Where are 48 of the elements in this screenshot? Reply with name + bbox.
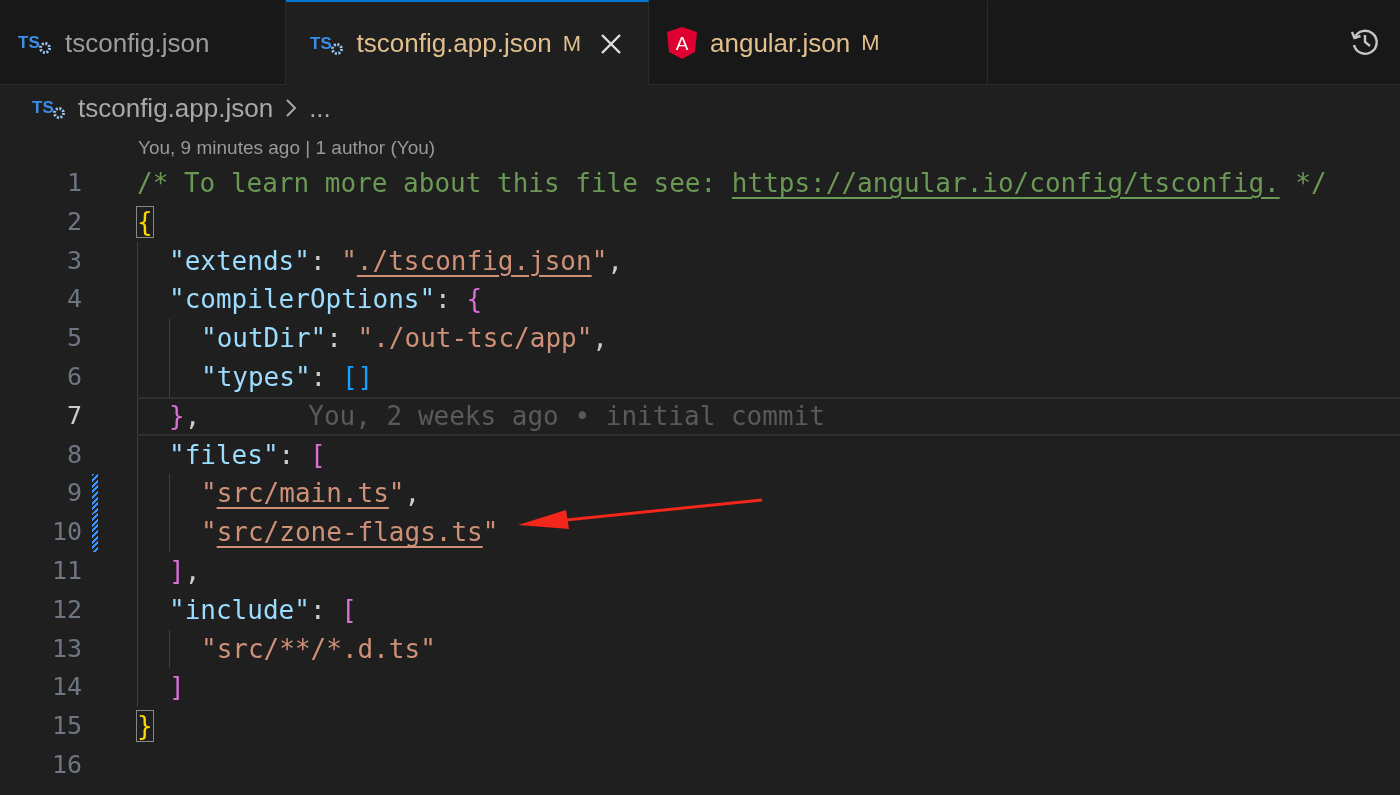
code-line: ], bbox=[169, 554, 201, 588]
code-line: "types": [] bbox=[201, 361, 374, 394]
code-line: "compilerOptions": { bbox=[169, 283, 483, 317]
close-icon[interactable] bbox=[600, 32, 622, 55]
change-marker[interactable] bbox=[92, 513, 98, 552]
file-icon: A bbox=[667, 27, 697, 59]
line-number: 9 bbox=[65, 477, 82, 510]
code-line: { bbox=[137, 205, 153, 239]
code-line: "extends": "./tsconfig.json", bbox=[169, 244, 623, 278]
line-number: 16 bbox=[50, 748, 82, 781]
modified-label: M bbox=[562, 30, 581, 57]
line-number: 2 bbox=[65, 205, 82, 238]
code-line: }, bbox=[169, 399, 201, 433]
link[interactable]: ./tsconfig.json bbox=[356, 245, 592, 276]
breadcrumb-item[interactable]: tsconfig.app.json bbox=[78, 92, 274, 124]
code-line: "src/main.ts", bbox=[201, 477, 421, 511]
chevron-icon bbox=[285, 98, 298, 118]
link[interactable]: src/zone-flags.ts bbox=[216, 517, 483, 548]
line-number: 6 bbox=[65, 361, 82, 393]
history-icon[interactable] bbox=[1350, 27, 1380, 57]
line-number: 1 bbox=[65, 167, 82, 199]
line-number: 14 bbox=[50, 671, 82, 704]
line-number: 13 bbox=[50, 632, 82, 665]
line-number: 11 bbox=[50, 554, 82, 587]
blame-annotation: You, 2 weeks ago • initial commit bbox=[308, 399, 825, 433]
code-line: "include": [ bbox=[169, 593, 357, 627]
code-line: "files": [ bbox=[169, 438, 326, 472]
line-number: 5 bbox=[65, 322, 82, 355]
line-number: 10 bbox=[50, 516, 82, 549]
link[interactable]: src/main.ts bbox=[216, 478, 389, 509]
modified-label: M bbox=[861, 30, 880, 56]
line-number: 15 bbox=[50, 710, 82, 743]
code-line: } bbox=[137, 710, 153, 744]
code-line: "src/**/*.d.ts" bbox=[201, 632, 436, 666]
line-number: 7 bbox=[65, 399, 82, 432]
line-number: 4 bbox=[65, 283, 82, 316]
codelens-text[interactable]: You, 9 minutes ago | 1 author (You) bbox=[0, 131, 1400, 164]
line-number: 12 bbox=[50, 593, 82, 626]
code-line: "outDir": "./out-tsc/app", bbox=[201, 322, 608, 356]
code-line: "src/zone-flags.ts" bbox=[201, 516, 499, 550]
change-marker[interactable] bbox=[92, 474, 98, 514]
breadcrumb-more[interactable]: ... bbox=[309, 92, 331, 124]
line-number: 3 bbox=[65, 244, 82, 277]
link[interactable]: https://angular.io/config/tsconfig. bbox=[731, 168, 1280, 198]
line-number: 8 bbox=[65, 438, 82, 471]
editor-tab[interactable]: TS tsconfig.app.json M bbox=[285, 0, 649, 85]
code-line: ] bbox=[169, 671, 185, 705]
code-line: /* To learn more about this file see: https://angular.io/config/tsconfig. */ bbox=[137, 167, 1327, 200]
